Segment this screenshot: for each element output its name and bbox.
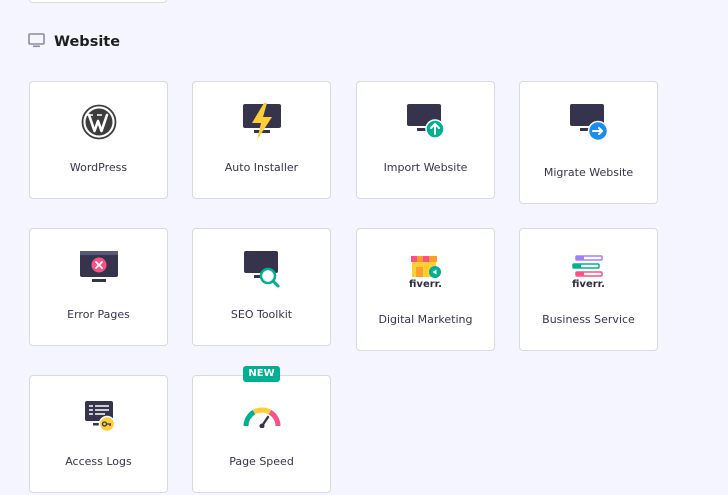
import-website-icon: [406, 104, 445, 139]
section-header-website: Website: [28, 32, 120, 52]
fiverr-list-icon: [571, 255, 603, 277]
tile-label: Error Pages: [67, 308, 130, 321]
tile-import-website[interactable]: Import Website: [356, 81, 495, 199]
tile-label: WordPress: [69, 161, 128, 174]
tile-seo-toolkit[interactable]: SEO Toolkit: [192, 228, 331, 346]
tile-wordpress[interactable]: WordPress: [29, 81, 168, 199]
tile-label: Digital Marketing: [378, 313, 473, 326]
fiverr-logo: fiverr.: [572, 279, 605, 290]
fiverr-storefront-icon: [410, 256, 441, 278]
access-logs-icon: [84, 401, 115, 433]
section-title: Website: [54, 34, 121, 50]
speedometer-icon: [243, 407, 280, 428]
seo-toolkit-icon: [243, 251, 279, 288]
tile-business-service[interactable]: fiverr. Business Service: [519, 228, 658, 351]
auto-installer-icon: [242, 103, 281, 140]
previous-section-card: [29, 0, 167, 3]
tile-digital-marketing[interactable]: fiverr. Digital Marketing: [356, 228, 495, 351]
tile-access-logs[interactable]: Access Logs: [29, 375, 168, 493]
error-pages-icon: [79, 251, 118, 282]
tile-label: Migrate Website: [543, 166, 634, 179]
monitor-icon: [28, 32, 45, 52]
new-badge: NEW: [243, 366, 280, 382]
tile-label: SEO Toolkit: [230, 308, 293, 321]
tile-migrate-website[interactable]: Migrate Website: [519, 81, 658, 204]
wordpress-icon: [81, 104, 116, 140]
tile-label: Page Speed: [229, 455, 294, 468]
tile-page-speed[interactable]: Page Speed: [192, 375, 331, 493]
migrate-website-icon: [569, 104, 608, 142]
tile-label: Import Website: [383, 161, 468, 174]
fiverr-logo: fiverr.: [409, 279, 442, 290]
tile-label: Auto Installer: [224, 161, 299, 174]
tile-error-pages[interactable]: Error Pages: [29, 228, 168, 346]
tile-auto-installer[interactable]: Auto Installer: [192, 81, 331, 199]
tile-label: Access Logs: [65, 455, 132, 468]
tile-label: Business Service: [542, 313, 635, 326]
